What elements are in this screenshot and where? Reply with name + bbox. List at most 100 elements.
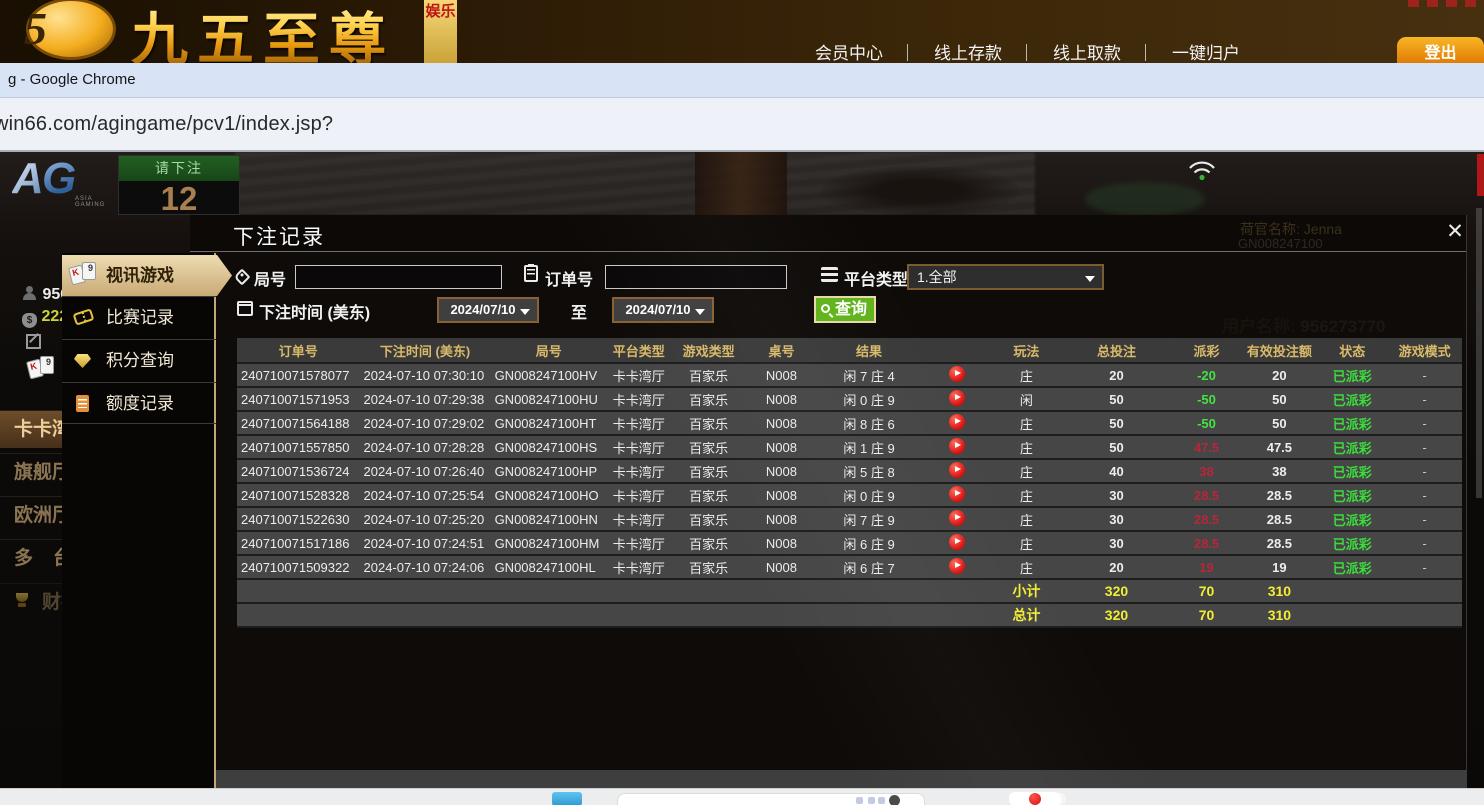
menu-item-points-query[interactable]: 积分查询 [62, 339, 216, 381]
cell-status: 已派彩 [1317, 531, 1387, 555]
popup-url[interactable]: win66.com/agingame/pcv1/index.jsp? [0, 113, 333, 136]
cell-payout: -50 [1172, 387, 1242, 411]
cell-platform: 卡卡湾厅 [607, 387, 671, 411]
platform-type-select[interactable]: 1.全部 [907, 264, 1104, 290]
play-result-button[interactable] [949, 390, 965, 406]
taskbar-app-icon[interactable] [552, 792, 582, 805]
play-result-button[interactable] [949, 534, 965, 550]
taskbar-record-button[interactable] [1009, 792, 1061, 805]
cell-result: 闲 6 庄 9 [816, 531, 921, 555]
cell-order: 240710071522630 [237, 507, 360, 531]
total-valid-bet: 310 [1241, 603, 1317, 627]
query-button[interactable]: 查询 [814, 296, 876, 323]
cell-platform: 卡卡湾厅 [607, 459, 671, 483]
play-result-button[interactable] [949, 462, 965, 478]
table-row: 240710071528328 2024-07-10 07:25:54 GN00… [237, 483, 1462, 507]
cell-game-mode: - [1387, 531, 1462, 555]
popup-window-title: g - Google Chrome [8, 71, 136, 88]
play-result-button[interactable] [949, 558, 965, 574]
cell-game-mode: - [1387, 483, 1462, 507]
trophy-icon [14, 593, 30, 608]
play-result-button[interactable] [949, 510, 965, 526]
logo-badge: 娱乐 [424, 0, 457, 63]
taskbar-search-pill[interactable] [617, 793, 925, 805]
cell-valid-bet: 50 [1241, 387, 1317, 411]
cell-game-mode: - [1387, 363, 1462, 387]
play-result-button[interactable] [949, 366, 965, 382]
col-game-mode: 游戏模式 [1387, 338, 1462, 363]
site-logo-text: 九五至尊 [131, 0, 395, 63]
logout-button[interactable]: 登出 [1397, 37, 1484, 63]
cell-round: GN008247100HS [491, 435, 607, 459]
popup-titlebar: g - Google Chrome [0, 63, 1484, 98]
order-number-label: 订单号 [545, 266, 593, 290]
col-game-type: 游戏类型 [671, 338, 747, 363]
cell-round: GN008247100HU [491, 387, 607, 411]
cell-valid-bet: 28.5 [1241, 483, 1317, 507]
cell-valid-bet: 50 [1241, 411, 1317, 435]
cell-round: GN008247100HO [491, 483, 607, 507]
nav-deposit[interactable]: 线上存款 [925, 39, 1044, 63]
cell-game-type: 百家乐 [671, 387, 747, 411]
edit-icon[interactable] [26, 334, 41, 354]
nav-one-key-transfer[interactable]: 一键归户 [1163, 39, 1249, 63]
cell-total-bet: 50 [1061, 387, 1171, 411]
cell-game-mode: - [1387, 435, 1462, 459]
table-row: 240710071536724 2024-07-10 07:26:40 GN00… [237, 459, 1462, 483]
menu-item-match-records[interactable]: 比赛记录 [62, 296, 216, 338]
cell-order: 240710071564188 [237, 411, 360, 435]
ag-platform-logo: A G ASIA GAMING [12, 158, 122, 206]
horizontal-scrollbar[interactable] [216, 770, 1467, 788]
cell-game-type: 百家乐 [671, 507, 747, 531]
nav-withdraw[interactable]: 线上取款 [1044, 39, 1163, 63]
menu-item-credit-records[interactable]: 额度记录 [62, 382, 216, 424]
date-to-select[interactable]: 2024/07/10 [612, 297, 714, 323]
table-header-row: 订单号 下注时间 (美东) 局号 平台类型 游戏类型 桌号 结果 玩法 总投注 … [237, 338, 1462, 363]
order-number-input[interactable] [605, 265, 787, 289]
close-icon[interactable]: ✕ [1443, 220, 1467, 244]
subtotal-valid-bet: 310 [1241, 579, 1317, 603]
cell-table-no: N008 [747, 507, 817, 531]
cell-status: 已派彩 [1317, 435, 1387, 459]
menu-item-video-games[interactable]: K9 视讯游戏 [62, 255, 232, 296]
cell-order: 240710071509322 [237, 555, 360, 579]
cell-order: 240710071571953 [237, 387, 360, 411]
cell-platform: 卡卡湾厅 [607, 531, 671, 555]
cell-table-no: N008 [747, 387, 817, 411]
subtotal-label: 小计 [992, 579, 1062, 603]
cell-bet-on: 庄 [992, 411, 1062, 435]
cell-replay [922, 387, 992, 411]
cell-total-bet: 50 [1061, 435, 1171, 459]
play-result-button[interactable] [949, 414, 965, 430]
dialog-side-menu: K9 视讯游戏 比赛记录 积分查询 额度记录 [62, 253, 216, 788]
cell-order: 240710071517186 [237, 531, 360, 555]
cell-round: GN008247100HN [491, 507, 607, 531]
cell-total-bet: 20 [1061, 363, 1171, 387]
play-result-button[interactable] [949, 438, 965, 454]
total-total-bet: 320 [1061, 603, 1171, 627]
cell-game-mode: - [1387, 387, 1462, 411]
search-icon [821, 304, 830, 313]
cell-game-type: 百家乐 [671, 483, 747, 507]
cell-valid-bet: 28.5 [1241, 531, 1317, 555]
play-result-button[interactable] [949, 486, 965, 502]
popup-address-bar[interactable]: win66.com/agingame/pcv1/index.jsp? [0, 98, 1484, 152]
date-from-select[interactable]: 2024/07/10 [437, 297, 539, 323]
total-row: 总计 320 70 310 [237, 603, 1462, 627]
screen: 5 九五至尊 娱乐 会员中心 线上存款 线上取款 一键归户 登出 g - Goo… [0, 0, 1484, 805]
cell-time: 2024-07-10 07:29:38 [360, 387, 491, 411]
cell-status: 已派彩 [1317, 411, 1387, 435]
cell-platform: 卡卡湾厅 [607, 363, 671, 387]
cell-replay [922, 483, 992, 507]
ag-logo-caption: ASIA GAMING [75, 196, 122, 208]
cell-platform: 卡卡湾厅 [607, 483, 671, 507]
bet-countdown-label: 请下注 [119, 156, 239, 181]
cell-time: 2024-07-10 07:24:06 [360, 555, 491, 579]
round-number-input[interactable] [295, 265, 502, 289]
cell-round: GN008247100HL [491, 555, 607, 579]
tag-icon [234, 269, 251, 286]
cell-order: 240710071528328 [237, 483, 360, 507]
nav-member-center[interactable]: 会员中心 [806, 39, 925, 63]
cell-valid-bet: 28.5 [1241, 507, 1317, 531]
cell-game-mode: - [1387, 411, 1462, 435]
